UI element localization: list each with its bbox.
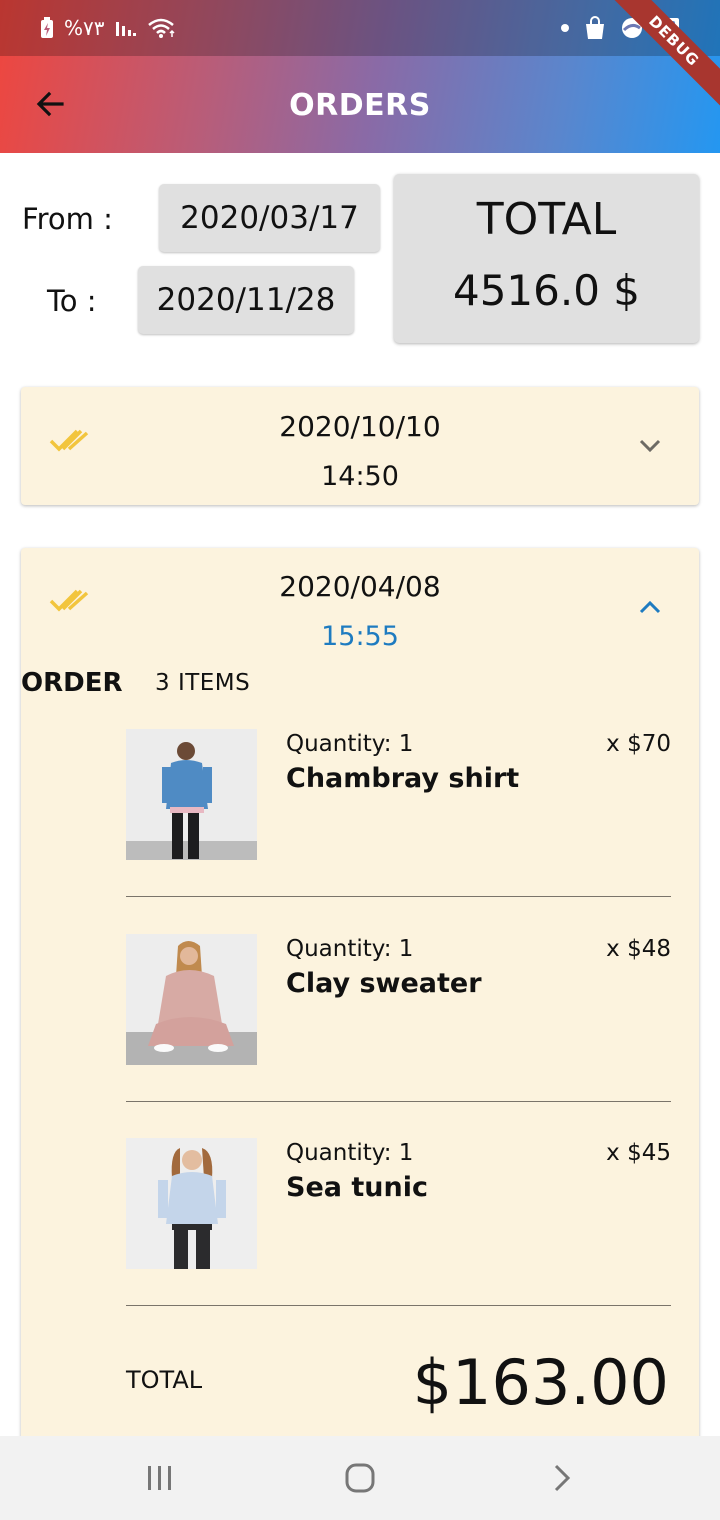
chambray-shirt-photo	[126, 729, 257, 860]
home-button[interactable]	[338, 1458, 382, 1498]
order-time: 14:50	[321, 461, 399, 492]
battery-percent: %٧٣	[64, 16, 105, 40]
home-icon	[345, 1463, 375, 1493]
chevron-down-icon[interactable]	[635, 431, 665, 461]
item-divider	[126, 896, 671, 897]
notification-dot-icon	[561, 24, 569, 32]
shopping-bag-icon	[586, 16, 604, 39]
order-total-value: $163.00	[412, 1346, 669, 1419]
recent-apps-icon	[148, 1466, 171, 1490]
item-price: x $70	[606, 731, 671, 757]
status-bar: %٧٣	[0, 0, 720, 56]
item-name: Clay sweater	[286, 968, 482, 999]
order-item: Quantity: 1 Clay sweater x $48	[126, 934, 671, 1139]
order-total-label: TOTAL	[126, 1366, 203, 1394]
order-item: Quantity: 1 Chambray shirt x $70	[126, 729, 671, 934]
recent-apps-button[interactable]	[138, 1458, 182, 1498]
clay-sweater-photo	[126, 934, 257, 1065]
total-summary-box: TOTAL 4516.0 $	[394, 174, 699, 343]
item-quantity: Quantity: 1	[286, 731, 414, 757]
from-label: From :	[22, 202, 113, 236]
chevron-right-icon	[554, 1464, 571, 1492]
app-bar: ORDERS	[0, 56, 720, 153]
order-date: 2020/04/08	[279, 570, 441, 603]
order-time: 15:55	[321, 621, 399, 652]
item-price: x $48	[606, 936, 671, 962]
item-quantity: Quantity: 1	[286, 936, 414, 962]
item-name: Chambray shirt	[286, 763, 520, 794]
system-nav-bar	[0, 1436, 720, 1520]
order-date: 2020/10/10	[279, 410, 441, 443]
to-date-button[interactable]: 2020/11/28	[138, 266, 354, 334]
back-nav-button[interactable]	[540, 1458, 584, 1498]
total-title: TOTAL	[476, 194, 617, 245]
item-name: Sea tunic	[286, 1172, 428, 1203]
page-title: ORDERS	[289, 88, 431, 123]
total-value: 4516.0 $	[452, 266, 641, 315]
chevron-up-icon[interactable]	[635, 592, 665, 622]
battery-charging-icon	[41, 17, 53, 38]
item-price: x $45	[606, 1140, 671, 1166]
signal-icon	[115, 22, 136, 36]
order-item: Quantity: 1 Sea tunic x $45	[126, 1138, 671, 1343]
item-divider	[126, 1305, 671, 1306]
order-card[interactable]: 2020/10/10 14:50	[21, 387, 699, 505]
wifi-icon	[147, 18, 175, 38]
item-quantity: Quantity: 1	[286, 1140, 414, 1166]
order-label: ORDER	[21, 668, 123, 698]
order-card-expanded: 2020/04/08 15:55 ORDER 3 ITEMS Quantity:…	[21, 548, 699, 1448]
sea-tunic-photo	[126, 1138, 257, 1269]
item-divider	[126, 1101, 671, 1102]
items-count: 3 ITEMS	[155, 670, 251, 696]
from-date-button[interactable]: 2020/03/17	[159, 184, 380, 252]
to-label: To :	[47, 284, 97, 318]
